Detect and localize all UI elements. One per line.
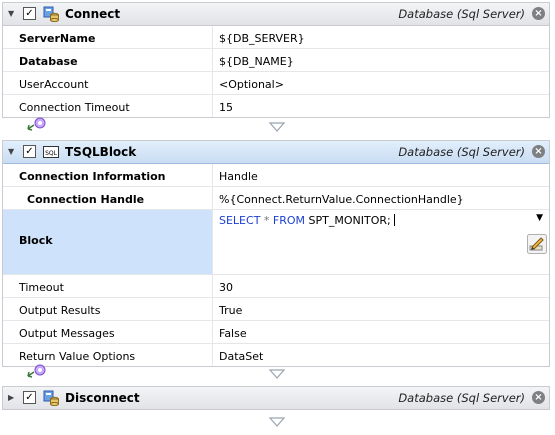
property-label: ServerName xyxy=(3,26,213,48)
property-row[interactable]: Return Value Options DataSet xyxy=(3,344,549,366)
property-value[interactable]: DataSet xyxy=(213,344,549,366)
disconnect-block[interactable]: ▶ ✓ Disconnect Database (Sql Server) × xyxy=(2,386,550,410)
close-icon[interactable]: × xyxy=(532,145,545,158)
chevron-down-icon xyxy=(268,122,286,132)
tsqlblock-enabled-checkbox[interactable]: ✓ xyxy=(23,145,36,158)
property-row[interactable]: UserAccount <Optional> xyxy=(3,72,549,95)
sql-icon: SQL xyxy=(43,146,59,158)
close-icon[interactable]: × xyxy=(532,7,545,20)
property-label: Connection Information xyxy=(3,164,213,186)
expand-triangle-icon[interactable]: ▼ xyxy=(8,147,14,156)
property-value[interactable]: True xyxy=(213,298,549,320)
sql-keyword: FROM xyxy=(272,214,306,227)
property-value[interactable]: <Optional> xyxy=(213,72,549,94)
connector-icon[interactable] xyxy=(26,117,48,133)
expand-triangle-icon[interactable]: ▼ xyxy=(8,9,14,18)
property-row[interactable]: ServerName ${DB_SERVER} xyxy=(3,26,549,49)
property-row[interactable]: Timeout 30 xyxy=(3,275,549,298)
property-value[interactable]: ${DB_NAME} xyxy=(213,49,549,71)
sql-operator: * xyxy=(263,214,270,227)
text-cursor xyxy=(394,214,396,226)
sql-table-name: SPT_MONITOR; xyxy=(308,214,391,227)
property-row[interactable]: Output Results True xyxy=(3,298,549,321)
collapsed-triangle-icon[interactable]: ▶ xyxy=(8,393,14,402)
connector-icon[interactable] xyxy=(26,364,48,380)
property-label: Block xyxy=(3,210,213,274)
property-value[interactable]: 30 xyxy=(213,275,549,297)
disconnect-title: Disconnect xyxy=(65,391,140,405)
chevron-down-icon xyxy=(268,369,286,379)
database-icon xyxy=(43,6,59,22)
property-value[interactable]: ${DB_SERVER} xyxy=(213,26,549,48)
property-row[interactable]: Output Messages False xyxy=(3,321,549,344)
property-row[interactable]: Database ${DB_NAME} xyxy=(3,49,549,72)
property-label: Database xyxy=(3,49,213,71)
property-label: Timeout xyxy=(3,275,213,297)
property-label: Output Results xyxy=(3,298,213,320)
database-icon xyxy=(43,390,59,406)
property-label: Connection Handle xyxy=(3,187,213,209)
connect-title: Connect xyxy=(65,7,121,21)
sql-keyword: SELECT xyxy=(219,214,261,227)
property-row[interactable]: Connection Handle %{Connect.ReturnValue.… xyxy=(3,187,549,210)
connect-block[interactable]: ▼ ✓ Connect Database (Sql Server) × Serv… xyxy=(2,2,550,118)
property-row[interactable]: Connection Timeout 15 xyxy=(3,95,549,117)
tsqlblock-header[interactable]: ▼ ✓ SQL TSQLBlock Database (Sql Server) … xyxy=(3,141,549,164)
tsqlblock-type-label: Database (Sql Server) xyxy=(398,145,525,159)
property-value[interactable]: Handle xyxy=(213,164,549,186)
tsqlblock-block[interactable]: ▼ ✓ SQL TSQLBlock Database (Sql Server) … xyxy=(2,140,550,367)
property-value[interactable]: False xyxy=(213,321,549,343)
sql-editor[interactable]: SELECT * FROM SPT_MONITOR; ▼ xyxy=(213,210,549,274)
svg-text:SQL: SQL xyxy=(45,150,58,157)
connect-header[interactable]: ▼ ✓ Connect Database (Sql Server) × xyxy=(3,3,549,26)
property-row-selected[interactable]: Block SELECT * FROM SPT_MONITOR; ▼ xyxy=(3,210,549,275)
property-label: Connection Timeout xyxy=(3,95,213,117)
property-label: UserAccount xyxy=(3,72,213,94)
property-label: Output Messages xyxy=(3,321,213,343)
close-icon[interactable]: × xyxy=(532,391,545,404)
property-label: Return Value Options xyxy=(3,344,213,366)
property-value[interactable]: 15 xyxy=(213,95,549,117)
property-row[interactable]: Connection Information Handle xyxy=(3,164,549,187)
disconnect-header[interactable]: ▶ ✓ Disconnect Database (Sql Server) × xyxy=(3,387,549,409)
tsqlblock-title: TSQLBlock xyxy=(65,145,137,159)
disconnect-enabled-checkbox[interactable]: ✓ xyxy=(23,391,36,404)
edit-pencil-icon[interactable] xyxy=(527,234,547,254)
chevron-down-icon xyxy=(268,417,286,427)
disconnect-type-label: Database (Sql Server) xyxy=(398,391,525,405)
connect-enabled-checkbox[interactable]: ✓ xyxy=(23,7,36,20)
dropdown-arrow-icon[interactable]: ▼ xyxy=(536,213,543,223)
connect-type-label: Database (Sql Server) xyxy=(398,7,525,21)
property-value[interactable]: %{Connect.ReturnValue.ConnectionHandle} xyxy=(213,187,549,209)
